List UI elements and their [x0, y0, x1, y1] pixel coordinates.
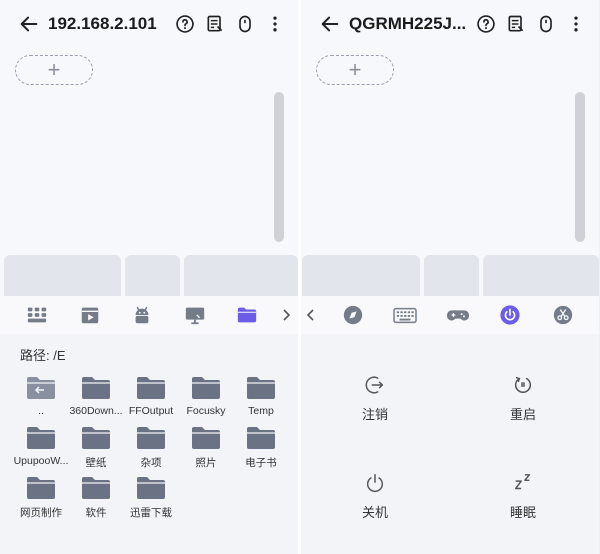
logout-label: 注销 — [361, 407, 388, 422]
folder-name: 软件 — [85, 507, 107, 519]
sleep-button[interactable]: 睡眠 — [473, 472, 573, 521]
scissors-icon[interactable] — [551, 303, 575, 327]
folder-icon — [137, 427, 165, 449]
folder-item[interactable]: 杂项 — [120, 425, 182, 471]
key-slot[interactable] — [483, 255, 599, 296]
folder-icon — [27, 427, 55, 449]
shutdown-label: 关机 — [361, 505, 388, 520]
folder-icon — [247, 427, 275, 449]
folder-name: 杂项 — [140, 457, 162, 469]
back-arrow-icon[interactable] — [319, 13, 341, 35]
power-panel — [301, 334, 599, 554]
top-bar: QGRMH225J... — [301, 0, 599, 48]
key-slot[interactable] — [302, 255, 420, 296]
key-row — [301, 255, 599, 296]
sleep-label: 睡眠 — [509, 505, 536, 520]
key-slot[interactable] — [125, 255, 180, 296]
path-label: 路径: /E — [20, 348, 66, 363]
folder-icon — [247, 377, 275, 399]
folder-item-parent[interactable]: .. — [10, 375, 72, 421]
notes-icon[interactable] — [505, 13, 527, 35]
keyboard-icon[interactable] — [393, 303, 417, 327]
folder-item[interactable]: UpupooW... — [10, 425, 72, 471]
scrollbar[interactable] — [274, 92, 284, 242]
chevron-left-icon[interactable] — [303, 303, 317, 327]
folder-item[interactable]: 360Down... — [65, 375, 127, 421]
folder-name: 壁纸 — [85, 457, 107, 469]
more-icon[interactable] — [565, 13, 587, 35]
folder-icon — [82, 477, 110, 499]
mouse-icon[interactable] — [535, 13, 557, 35]
chevron-right-icon[interactable] — [280, 303, 294, 327]
add-button[interactable]: + — [15, 55, 93, 85]
scrollbar[interactable] — [575, 92, 585, 242]
restart-icon — [514, 376, 532, 393]
folder-name: UpupooW... — [13, 455, 69, 467]
restart-label: 重启 — [509, 407, 536, 422]
left-pane: 192.168.2.101 + 路径: /E .. 360Down... FFO… — [0, 0, 298, 554]
sleep-icon — [514, 474, 531, 490]
folder-icon — [137, 377, 165, 399]
page-title: QGRMH225J... — [349, 14, 467, 33]
mouse-icon[interactable] — [234, 13, 256, 35]
restart-button[interactable]: 重启 — [473, 374, 573, 423]
folder-item[interactable]: Temp — [230, 375, 292, 421]
page-title: 192.168.2.101 — [48, 14, 157, 33]
top-bar: 192.168.2.101 — [0, 0, 298, 48]
folder-item[interactable]: 软件 — [65, 475, 127, 521]
help-icon[interactable] — [475, 13, 497, 35]
tab-bar — [301, 296, 599, 334]
folder-name: 360Down... — [69, 405, 123, 417]
right-pane: QGRMH225J... + 注销 重启 关机 睡眠 — [301, 0, 599, 554]
folder-item[interactable]: 照片 — [175, 425, 237, 471]
folder-item[interactable]: Focusky — [175, 375, 237, 421]
logout-button[interactable]: 注销 — [325, 374, 425, 423]
folder-name: 迅雷下载 — [130, 507, 172, 519]
folder-icon — [82, 377, 110, 399]
folder-item[interactable]: 网页制作 — [10, 475, 72, 521]
video-icon[interactable] — [78, 303, 102, 327]
notes-icon[interactable] — [204, 13, 226, 35]
folder-item[interactable]: 壁纸 — [65, 425, 127, 471]
folder-icon — [192, 377, 220, 399]
folder-item[interactable]: FFOutput — [120, 375, 182, 421]
folder-item[interactable]: 迅雷下载 — [120, 475, 182, 521]
folder-name: .. — [38, 405, 44, 417]
folder-icon — [137, 477, 165, 499]
help-icon[interactable] — [174, 13, 196, 35]
key-slot[interactable] — [4, 255, 121, 296]
gamepad-icon[interactable] — [446, 303, 470, 327]
power-icon[interactable] — [498, 303, 522, 327]
more-icon[interactable] — [264, 13, 286, 35]
logout-icon — [365, 376, 384, 394]
folder-name: Focusky — [186, 405, 226, 417]
folder-name: Temp — [248, 405, 274, 417]
screen-share-icon[interactable] — [183, 303, 207, 327]
folder-name: FFOutput — [128, 405, 174, 417]
folder-up-icon — [27, 377, 55, 399]
tab-bar — [0, 296, 298, 334]
key-slot[interactable] — [184, 255, 298, 296]
key-slot[interactable] — [424, 255, 479, 296]
folder-icon — [82, 427, 110, 449]
folder-name: 电子书 — [245, 457, 277, 469]
android-icon[interactable] — [130, 303, 154, 327]
folder-icon — [27, 477, 55, 499]
folder-name: 网页制作 — [20, 507, 62, 519]
folder-icon[interactable] — [235, 303, 259, 327]
folder-item[interactable]: 电子书 — [230, 425, 292, 471]
shutdown-button[interactable]: 关机 — [325, 472, 425, 521]
folder-name: 照片 — [195, 457, 217, 469]
back-arrow-icon[interactable] — [18, 13, 40, 35]
keyboard-grid-icon[interactable] — [25, 303, 49, 327]
key-row — [0, 255, 298, 296]
shutdown-icon — [366, 474, 384, 493]
folder-icon — [192, 427, 220, 449]
add-button[interactable]: + — [316, 55, 394, 85]
compass-icon[interactable] — [341, 303, 365, 327]
